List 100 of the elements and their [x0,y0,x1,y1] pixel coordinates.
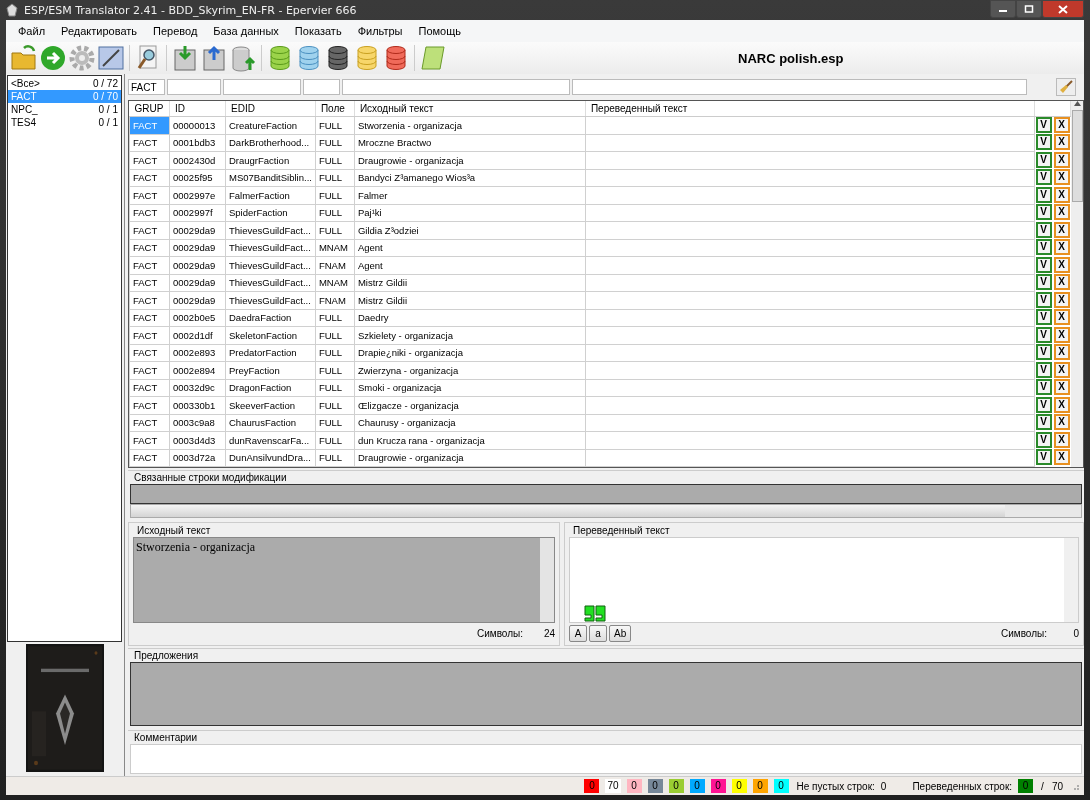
table-cell: FACT [129,431,170,449]
comments-field[interactable] [130,744,1082,774]
accept-button[interactable]: V [1035,239,1052,256]
reject-button[interactable]: X [1053,134,1070,151]
scroll-thumb[interactable] [1071,110,1083,202]
group-item[interactable]: <Все> 0 / 72 [8,77,121,90]
scrollbar[interactable] [1071,101,1083,467]
menu-item[interactable]: Показать [286,25,350,37]
case-button[interactable]: Ab [609,624,632,642]
accept-button[interactable]: V [1035,151,1052,168]
reject-button[interactable]: X [1053,186,1070,203]
reject-button[interactable]: X [1053,449,1070,466]
accept-button[interactable]: V [1035,204,1052,221]
accept-button[interactable]: V [1035,291,1052,308]
reject-button[interactable]: X [1053,239,1070,256]
accept-button[interactable]: V [1035,361,1052,378]
table-cell: 00000013 [169,116,226,134]
scrollbar[interactable] [130,504,1082,518]
reject-button[interactable]: X [1053,256,1070,273]
accept-button[interactable]: V [1035,379,1052,396]
accept-button[interactable]: V [1035,134,1052,151]
accept-button[interactable]: V [1035,169,1052,186]
accept-button[interactable]: V [1035,431,1052,448]
table-cell: MNAM [315,274,355,292]
reject-button[interactable]: X [1053,431,1070,448]
count-chip: 0 [773,779,789,793]
reject-button[interactable]: X [1053,291,1070,308]
reject-button[interactable]: X [1053,396,1070,413]
table-cell: 0003d4d3 [169,431,226,449]
clear-filter-button[interactable] [1056,78,1076,96]
accept-button[interactable]: V [1035,309,1052,326]
database-upload-icon[interactable] [229,44,257,72]
filter-field[interactable] [303,79,340,95]
filter-field[interactable] [572,79,1027,95]
reject-button[interactable]: X [1053,274,1070,291]
column-header[interactable]: GRUP [134,103,164,114]
maximize-button[interactable] [1016,0,1042,18]
menu-item[interactable]: Редактировать [53,25,146,37]
accept-button[interactable]: V [1035,221,1052,238]
count-chip: 70 [605,779,621,793]
menu-item[interactable]: Помощь [410,25,469,37]
menu-item[interactable]: Файл [10,25,54,37]
table-cell: FULL [315,186,355,204]
grid-pencil-icon[interactable] [97,44,125,72]
accept-button[interactable]: V [1035,396,1052,413]
case-button[interactable]: A [569,624,587,642]
filter-field[interactable] [167,79,221,95]
accept-button[interactable]: V [1035,117,1052,134]
reject-button[interactable]: X [1053,361,1070,378]
filter-field[interactable] [342,79,570,95]
group-title: Исходный текст [136,524,212,537]
window-title: ESP/ESM Translator 2.41 - BDD_Skyrim_EN-FR - Epervier 666 [24,3,357,17]
close-button[interactable] [1042,0,1084,18]
close-icon [1058,4,1068,14]
table-cell: Szkielety - organizacja [354,326,586,344]
scrollbar[interactable] [540,538,554,622]
reject-button[interactable]: X [1053,344,1070,361]
accept-button[interactable]: V [1035,449,1052,466]
accept-button[interactable]: V [1035,326,1052,343]
accept-button[interactable]: V [1035,256,1052,273]
accept-button[interactable]: V [1035,274,1052,291]
menu-item[interactable]: Перевод [145,25,206,37]
reject-button[interactable]: X [1053,309,1070,326]
table-cell: ThievesGuildFact... [225,274,316,292]
reject-button[interactable]: X [1053,169,1070,186]
group-item[interactable]: NPC_ 0 / 1 [8,103,121,116]
filter-field[interactable] [223,79,301,95]
reject-button[interactable]: X [1053,221,1070,238]
filter-field[interactable]: FACT [128,79,165,95]
group-item[interactable]: TES4 0 / 1 [8,116,121,129]
reject-button[interactable]: X [1053,414,1070,431]
import-icon[interactable] [171,44,199,72]
folder-icon[interactable] [10,44,38,72]
scrollbar[interactable] [1064,538,1078,622]
table-cell: FalmerFaction [225,186,316,204]
source-text: Stworzenia - organizacja [136,540,256,554]
scroll-icon[interactable] [419,44,447,72]
reject-button[interactable]: X [1053,117,1070,134]
export-icon[interactable] [200,44,228,72]
accept-button[interactable]: V [1035,186,1052,203]
reject-button[interactable]: X [1053,204,1070,221]
column-header[interactable]: EDID [231,103,255,114]
translation-text-area[interactable] [569,537,1079,623]
column-header[interactable]: Исходный текст [359,103,434,114]
column-header[interactable]: Поле [320,103,345,114]
minimize-button[interactable] [990,0,1016,18]
table-cell: FULL [315,151,355,169]
accept-button[interactable]: V [1035,414,1052,431]
column-header[interactable]: Переведенный текст [590,103,688,114]
menu-item[interactable]: Фильтры [349,25,411,37]
reject-button[interactable]: X [1053,151,1070,168]
reject-button[interactable]: X [1053,379,1070,396]
column-header[interactable]: ID [175,103,185,114]
table-cell: ThievesGuildFact... [225,256,316,274]
scroll-up-icon[interactable] [1073,101,1081,106]
case-button[interactable]: a [589,624,607,642]
accept-button[interactable]: V [1035,344,1052,361]
source-text-area[interactable]: Stworzenia - organizacja [133,537,555,623]
menu-item[interactable]: База данных [205,25,287,37]
reject-button[interactable]: X [1053,326,1070,343]
